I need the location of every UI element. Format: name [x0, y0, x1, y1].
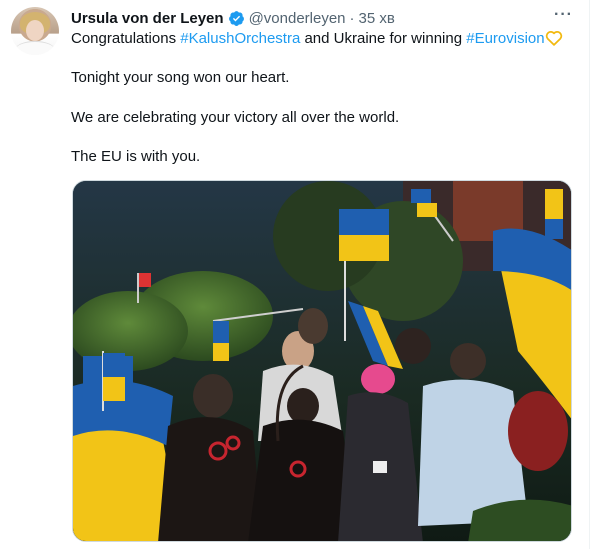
tweet[interactable]: Ursula von der Leyen @vonderleyen · 35 х… [0, 0, 590, 549]
tweet-text-line-3: We are celebrating your victory all over… [71, 109, 400, 126]
text-prefix: Congratulations [71, 30, 181, 47]
verified-badge-icon [228, 10, 245, 27]
tweet-text-line-4: The EU is with you. [71, 148, 201, 165]
crowd-with-flags-image [73, 181, 571, 541]
author-handle[interactable]: @vonderleyen [249, 10, 346, 27]
author-name[interactable]: Ursula von der Leyen [71, 10, 224, 27]
hashtag-kalush-orchestra[interactable]: #KalushOrchestra [180, 30, 300, 47]
more-horizontal-icon[interactable]: ··· [554, 7, 573, 23]
tweet-text-line-1: Congratulations #KalushOrchestra and Ukr… [71, 29, 563, 49]
hashtag-eurovision[interactable]: #Eurovision [466, 30, 544, 47]
tweet-header: Ursula von der Leyen @vonderleyen · 35 х… [71, 8, 573, 28]
yellow-heart-icon [545, 30, 563, 46]
text-middle: and Ukraine for winning [300, 30, 467, 47]
avatar[interactable] [11, 7, 59, 55]
separator-dot: · [349, 9, 355, 27]
tweet-text-line-2: Tonight your song won our heart. [71, 69, 290, 86]
tweet-timestamp[interactable]: 35 хв [359, 10, 395, 27]
tweet-photo[interactable] [72, 180, 572, 542]
